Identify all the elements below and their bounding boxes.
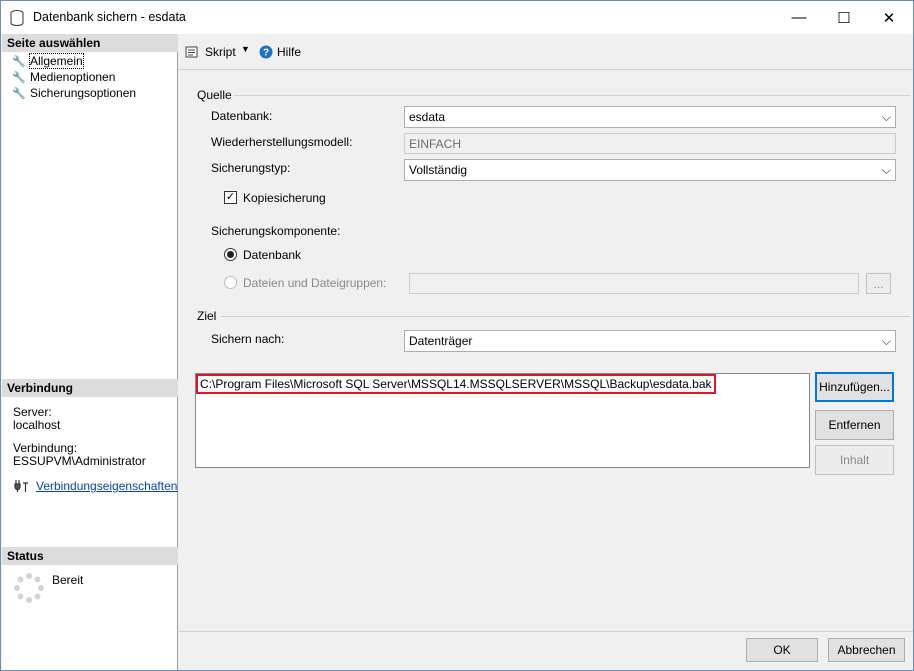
toolbar: Skript ▼ ? Hilfe [179, 34, 913, 70]
status-value: Bereit [52, 573, 84, 587]
svg-text:?: ? [263, 48, 269, 59]
server-value: localhost [13, 418, 61, 432]
help-icon: ? [259, 45, 273, 59]
wrench-icon: 🔧 [12, 71, 26, 84]
component-files-radio[interactable] [224, 276, 237, 289]
window-title: Datenbank sichern - esdata [33, 10, 186, 24]
destination-group-divider [221, 316, 910, 317]
backup-to-select[interactable]: Datenträger ⌵ [404, 330, 896, 352]
chevron-down-icon: ⌵ [881, 163, 891, 177]
script-dropdown-arrow-icon[interactable]: ▼ [241, 44, 250, 54]
remove-destination-button[interactable]: Entfernen [815, 410, 894, 440]
maximize-icon: ☐ [837, 9, 851, 27]
sidebar-item-label: Sicherungsoptionen [30, 86, 137, 100]
database-select-value: esdata [409, 110, 446, 124]
database-label: Datenbank: [211, 109, 273, 123]
script-button[interactable]: Skript [185, 43, 236, 61]
help-label: Hilfe [277, 45, 302, 59]
minimize-button[interactable]: — [776, 1, 822, 34]
backup-to-label: Sichern nach: [211, 332, 285, 346]
browse-files-button[interactable]: ... [866, 273, 891, 294]
help-button[interactable]: ? Hilfe [259, 43, 301, 61]
close-button[interactable]: ✕ [866, 1, 912, 34]
destination-file-list[interactable]: C:\Program Files\Microsoft SQL Server\MS… [195, 373, 810, 468]
status-header: Status [2, 547, 178, 565]
minimize-icon: — [791, 9, 807, 26]
files-filegroups-field [409, 273, 859, 294]
close-icon: ✕ [882, 9, 896, 27]
wrench-icon: 🔧 [12, 87, 26, 100]
general-page-content: Quelle Datenbank: esdata ⌵ Wiederherstel… [179, 71, 913, 631]
recovery-model-field: EINFACH [404, 133, 896, 154]
maximize-button[interactable]: ☐ [821, 1, 867, 34]
page-selector-pane: Seite auswählen 🔧 Allgemein 🔧 Medienopti… [2, 34, 178, 670]
backup-to-select-value: Datenträger [409, 334, 473, 348]
checkmark-icon: ✓ [225, 191, 236, 203]
backup-dialog-window: Datenbank sichern - esdata — ☐ ✕ Seite a… [0, 0, 914, 671]
cancel-button[interactable]: Abbrechen [828, 638, 905, 662]
chevron-down-icon: ⌵ [881, 334, 891, 348]
connection-header: Verbindung [2, 379, 178, 397]
ok-button[interactable]: OK [746, 638, 818, 662]
component-files-label: Dateien und Dateigruppen: [243, 276, 387, 290]
component-database-label: Datenbank [243, 248, 302, 262]
dialog-footer: OK Abbrechen [179, 631, 913, 670]
backup-component-label: Sicherungskomponente: [211, 224, 341, 238]
source-group-label: Quelle [197, 88, 232, 102]
backup-type-select[interactable]: Vollständig ⌵ [404, 159, 896, 181]
sidebar-item-media-options[interactable]: 🔧 Medienoptionen [12, 69, 115, 85]
sidebar-item-backup-options[interactable]: 🔧 Sicherungsoptionen [12, 85, 136, 101]
script-icon [185, 46, 198, 58]
sidebar-item-label: Allgemein [29, 53, 84, 69]
recovery-model-label: Wiederherstellungsmodell: [211, 135, 353, 149]
view-connection-properties-link[interactable]: Verbindungseigenschaften anzeigen [36, 480, 178, 493]
wrench-icon: 🔧 [12, 55, 26, 68]
backup-type-label: Sicherungstyp: [211, 161, 291, 175]
connection-plug-icon [14, 480, 28, 492]
source-group-divider [234, 95, 910, 96]
chevron-down-icon: ⌵ [881, 110, 891, 124]
script-label: Skript [205, 45, 236, 59]
copy-only-label: Kopiesicherung [243, 191, 326, 205]
contents-button[interactable]: Inhalt [815, 445, 894, 475]
list-item[interactable]: C:\Program Files\Microsoft SQL Server\MS… [196, 374, 716, 394]
database-icon [10, 10, 24, 26]
progress-spinner-icon [14, 573, 44, 603]
database-select[interactable]: esdata ⌵ [404, 106, 896, 128]
sidebar-item-label: Medienoptionen [30, 70, 116, 84]
connection-value: ESSUPVM\Administrator [13, 454, 146, 468]
backup-type-select-value: Vollständig [409, 163, 468, 177]
copy-only-checkbox[interactable]: ✓ [224, 191, 237, 204]
add-destination-button[interactable]: Hinzufügen... [815, 372, 894, 402]
title-bar: Datenbank sichern - esdata — ☐ ✕ [1, 1, 913, 34]
sidebar-item-general[interactable]: 🔧 Allgemein [12, 53, 84, 69]
destination-group-label: Ziel [197, 309, 217, 323]
page-selector-header: Seite auswählen [2, 34, 178, 52]
component-database-radio[interactable] [224, 248, 237, 261]
